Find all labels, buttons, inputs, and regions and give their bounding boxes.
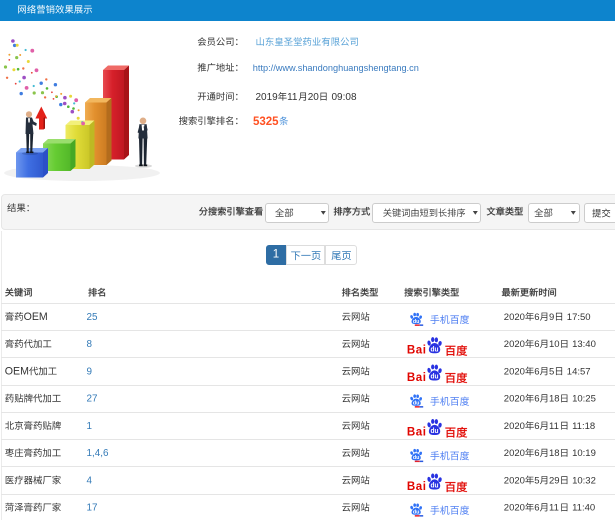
svg-text:10:32: 10:32 xyxy=(572,476,596,487)
svg-text:2020: 2020 xyxy=(504,421,525,432)
svg-text:10:25: 10:25 xyxy=(572,394,596,405)
svg-text:11:40: 11:40 xyxy=(572,503,595,514)
svg-text:2019: 2019 xyxy=(256,92,279,103)
svg-text:20: 20 xyxy=(308,92,320,103)
svg-text:6: 6 xyxy=(534,367,539,378)
svg-text:1,4,6: 1,4,6 xyxy=(87,448,109,459)
svg-text:11: 11 xyxy=(549,503,559,514)
svg-text:25: 25 xyxy=(87,312,98,323)
svg-text:9: 9 xyxy=(87,367,93,378)
svg-text:29: 29 xyxy=(549,476,560,487)
svg-text:14:57: 14:57 xyxy=(567,367,591,378)
svg-text:10: 10 xyxy=(549,339,560,350)
svg-text:09:08: 09:08 xyxy=(332,92,357,103)
svg-text:6: 6 xyxy=(534,312,539,323)
svg-text:2020: 2020 xyxy=(504,448,525,459)
svg-text:13:40: 13:40 xyxy=(572,339,596,350)
svg-text:2020: 2020 xyxy=(504,503,525,514)
svg-text:18: 18 xyxy=(549,448,560,459)
svg-text:2020: 2020 xyxy=(504,394,525,405)
svg-text:OEM: OEM xyxy=(24,311,48,323)
svg-text:5: 5 xyxy=(549,367,554,378)
svg-text:1: 1 xyxy=(273,248,279,260)
svg-text:5325: 5325 xyxy=(253,116,279,128)
svg-text:http://www.shandonghuangshengt: http://www.shandonghuangshengtang.cn xyxy=(253,63,419,73)
svg-text:11:18: 11:18 xyxy=(572,421,595,432)
svg-text:2020: 2020 xyxy=(504,312,525,323)
svg-text:9: 9 xyxy=(549,312,554,323)
svg-text:5: 5 xyxy=(534,476,539,487)
svg-text:11: 11 xyxy=(287,92,298,103)
svg-text:18: 18 xyxy=(549,394,560,405)
svg-text:4: 4 xyxy=(87,476,93,487)
svg-text:6: 6 xyxy=(534,421,539,432)
svg-text:6: 6 xyxy=(534,394,539,405)
svg-text:Bai: Bai xyxy=(407,426,427,439)
svg-text:6: 6 xyxy=(534,503,539,514)
svg-text:17:50: 17:50 xyxy=(567,312,591,323)
svg-text:Bai: Bai xyxy=(407,344,427,357)
svg-text:10:19: 10:19 xyxy=(572,448,596,459)
svg-text:Bai: Bai xyxy=(407,480,427,493)
svg-text:OEM: OEM xyxy=(5,366,29,378)
svg-text:Bai: Bai xyxy=(407,371,427,384)
svg-text:27: 27 xyxy=(87,394,98,405)
svg-text:17: 17 xyxy=(87,503,98,514)
svg-text:2020: 2020 xyxy=(504,476,525,487)
svg-text:8: 8 xyxy=(87,339,93,350)
svg-text:2020: 2020 xyxy=(504,367,525,378)
svg-text:2020: 2020 xyxy=(504,339,525,350)
svg-text:11: 11 xyxy=(549,421,559,432)
svg-text:1: 1 xyxy=(87,421,93,432)
svg-text:6: 6 xyxy=(534,448,539,459)
svg-text:6: 6 xyxy=(534,339,539,350)
